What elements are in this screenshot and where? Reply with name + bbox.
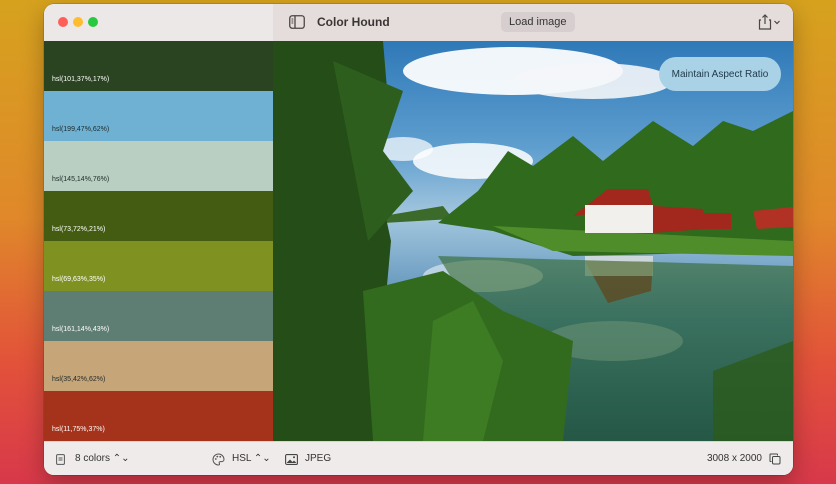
app-title: Color Hound — [317, 15, 390, 29]
color-swatch[interactable]: hsl(101,37%,17%) — [44, 41, 273, 91]
color-swatch-list: hsl(101,37%,17%) hsl(199,47%,62%) hsl(145,… — [44, 41, 273, 441]
image-canvas: Maintain Aspect Ratio — [273, 41, 793, 441]
color-swatch[interactable]: hsl(199,47%,62%) — [44, 91, 273, 141]
color-swatch[interactable]: hsl(11,75%,37%) — [44, 391, 273, 441]
color-swatch[interactable]: hsl(73,72%,21%) — [44, 191, 273, 241]
swatch-hsl-label: hsl(69,63%,35%) — [52, 276, 106, 283]
zoom-window-button[interactable] — [88, 17, 98, 27]
image-info-bar: JPEG 3008 x 2000 — [273, 441, 793, 475]
color-format-select[interactable]: HSL ⌃⌄ — [232, 453, 271, 464]
swatch-hsl-label: hsl(11,75%,37%) — [52, 426, 105, 433]
maintain-aspect-ratio-toggle[interactable]: Maintain Aspect Ratio — [659, 57, 781, 91]
toolbar: Color Hound Load image — [273, 4, 793, 42]
color-count-select[interactable]: 8 colors ⌃⌄ — [75, 453, 130, 464]
color-swatch[interactable]: hsl(35,42%,62%) — [44, 341, 273, 391]
share-icon[interactable] — [757, 13, 783, 31]
swatch-hsl-label: hsl(73,72%,21%) — [52, 226, 106, 233]
file-format-label: JPEG — [305, 453, 332, 464]
color-swatch[interactable]: hsl(161,14%,43%) — [44, 291, 273, 341]
color-swatch[interactable]: hsl(145,14%,76%) — [44, 141, 273, 191]
swatch-hsl-label: hsl(101,37%,17%) — [52, 76, 110, 83]
sidebar-titlebar — [44, 4, 274, 41]
close-window-button[interactable] — [58, 17, 68, 27]
sidebar-footer: 8 colors ⌃⌄ HSL ⌃⌄ — [44, 441, 274, 475]
image-dimensions-label: 3008 x 2000 — [706, 453, 762, 464]
app-window: Color Hound Load image hsl(101,37%,17%) h… — [44, 4, 793, 475]
swatch-hsl-label: hsl(145,14%,76%) — [52, 176, 110, 183]
swatch-hsl-label: hsl(35,42%,62%) — [52, 376, 106, 383]
palette-icon — [212, 453, 225, 466]
sidebar-toggle-icon[interactable] — [289, 15, 305, 29]
swatch-hsl-label: hsl(161,14%,43%) — [52, 326, 110, 333]
landscape-photo — [273, 41, 793, 441]
photo-icon — [285, 454, 298, 465]
swatch-hsl-label: hsl(199,47%,62%) — [52, 126, 110, 133]
copy-icon[interactable] — [769, 453, 781, 465]
minimize-window-button[interactable] — [73, 17, 83, 27]
document-icon — [56, 454, 65, 465]
load-image-button[interactable]: Load image — [501, 12, 575, 32]
color-swatch[interactable]: hsl(69,63%,35%) — [44, 241, 273, 291]
